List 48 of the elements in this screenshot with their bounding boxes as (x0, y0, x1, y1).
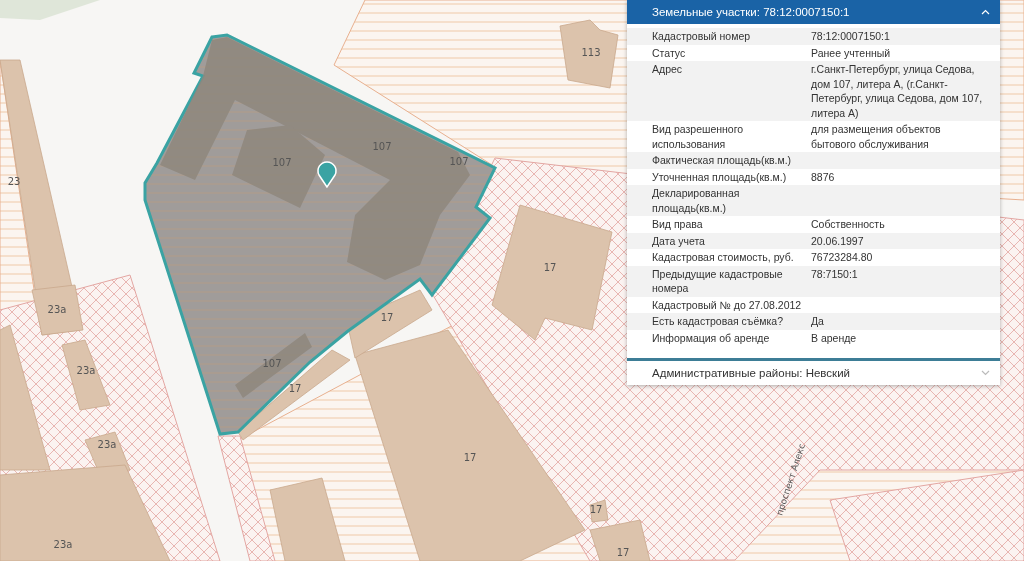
map-label: 23а (97, 439, 117, 450)
field-label: Декларированная площадь(кв.м.) (652, 186, 741, 215)
location-pin-icon (317, 161, 337, 188)
map-label: 17 (589, 504, 603, 515)
field-value: 78:7150:1 (811, 266, 859, 282)
section-title: Административные районы: Невский (652, 367, 850, 379)
field-value: г.Санкт-Петербург, улица Седова, дом 107, литера А, (г.Санкт-Петербург, улица Седова, дом 107, литера А) (811, 62, 984, 120)
section-header[interactable]: Земельные участки: 78:12:0007150:1 (627, 0, 1000, 24)
map-label: 107 (262, 358, 282, 369)
field-value: для размещения объектов бытового обслуживания (811, 122, 942, 151)
map-label: 23а (76, 365, 96, 376)
field-label: Адрес (652, 62, 684, 77)
map-label: 23а (53, 539, 73, 550)
field-value: Да (811, 314, 825, 329)
chevron-icon (981, 370, 990, 376)
map-label: 17 (543, 262, 557, 273)
field-label: Вид права (652, 217, 704, 232)
map-label: 17 (616, 547, 630, 558)
map-label: 107 (372, 141, 392, 152)
field-label: Уточненная площадь(кв.м.) (652, 169, 788, 184)
map-label: 107 (449, 156, 469, 167)
map-label: 23а (47, 304, 67, 315)
field-value: 78:12:0007150:1 (811, 29, 891, 44)
map-label: 107 (272, 157, 292, 168)
section-header[interactable]: Административные районы: Невский (627, 358, 1000, 385)
field-value: 76723284.80 (811, 250, 874, 265)
field-value: 8876 (811, 169, 836, 184)
field-label: Кадастровый номер (652, 29, 752, 44)
field-value: Ранее учтенный (811, 45, 892, 60)
map-label: 23 (7, 176, 21, 187)
map-label: 17 (288, 383, 302, 394)
field-label: Кадастровая стоимость, руб. (652, 250, 795, 265)
field-value: В аренде (811, 330, 858, 345)
field-label: Есть кадастровая съёмка? (652, 314, 784, 329)
map-label: 17 (380, 312, 394, 323)
section-title: Земельные участки: 78:12:0007150:1 (652, 6, 850, 18)
field-label: Предыдущие кадастровые номера (652, 266, 784, 296)
field-label: Информация об аренде (652, 330, 771, 345)
field-value: 20.06.1997 (811, 233, 865, 248)
field-label: Дата учета (652, 233, 706, 248)
map-label: 17 (463, 452, 477, 463)
field-value: Собственность (811, 217, 886, 232)
field-label: Статус (652, 45, 687, 60)
chevron-icon (981, 9, 990, 15)
field-label: Кадастровый № до 27.08.2012 (652, 297, 803, 312)
field-label: Вид разрешенного использования (652, 122, 745, 151)
map-label: 113 (581, 47, 601, 58)
field-label: Фактическая площадь(кв.м.) (652, 153, 793, 168)
